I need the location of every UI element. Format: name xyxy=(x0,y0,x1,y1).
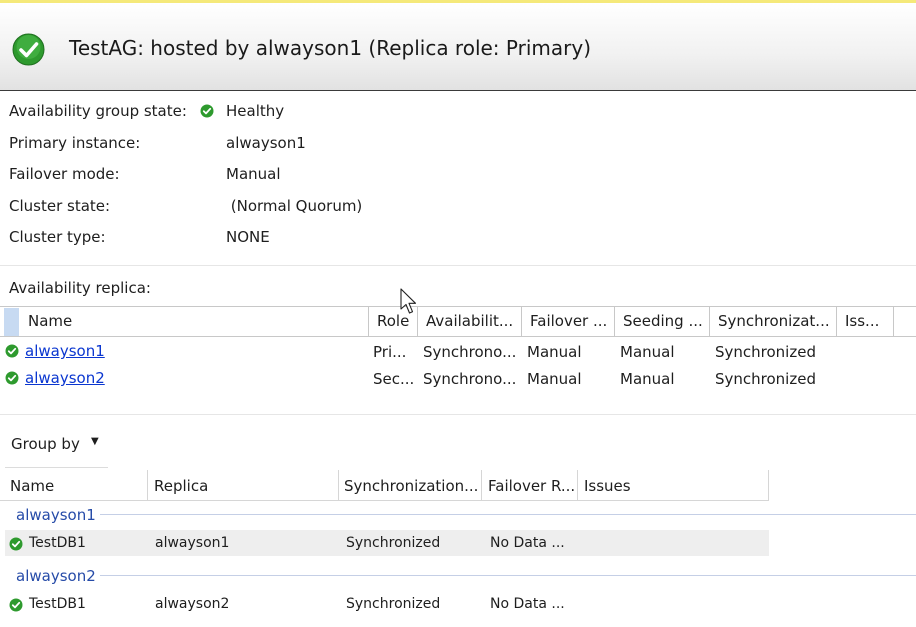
failover-mode-label: Failover mode: xyxy=(9,165,120,183)
column-separator[interactable] xyxy=(368,307,369,336)
replica-sync-state: Synchronized xyxy=(715,370,816,388)
check-circle-icon xyxy=(12,33,45,66)
check-circle-icon xyxy=(9,598,23,612)
replica-role: Sec... xyxy=(373,370,415,388)
cluster-type-value: NONE xyxy=(226,228,270,246)
replica-availability-mode: Synchrono... xyxy=(423,370,517,388)
replica-availability-mode: Synchrono... xyxy=(423,343,517,361)
column-separator[interactable] xyxy=(521,307,522,336)
section-divider xyxy=(0,265,916,266)
ag-state-value: Healthy xyxy=(226,102,285,120)
page-title: TestAG: hosted by alwayson1 (Replica rol… xyxy=(69,36,591,60)
column-header-name[interactable]: Name xyxy=(28,307,363,336)
column-header-seeding[interactable]: Seeding ... xyxy=(623,307,707,336)
column-separator[interactable] xyxy=(147,470,148,501)
group-by-underline xyxy=(5,467,108,468)
check-circle-icon xyxy=(5,344,19,358)
replica-sync-state: Synchronized xyxy=(715,343,816,361)
group-separator xyxy=(100,514,916,515)
db-column-header-synchronization[interactable]: Synchronization... xyxy=(344,477,478,495)
check-circle-icon xyxy=(9,537,23,551)
group-header-alwayson1[interactable]: alwayson1 xyxy=(16,506,96,524)
db-failover-readiness: No Data ... xyxy=(490,596,565,612)
db-column-header-failover-readiness[interactable]: Failover R... xyxy=(488,477,575,495)
replica-link-alwayson1[interactable]: alwayson1 xyxy=(25,342,105,360)
column-separator[interactable] xyxy=(481,470,482,501)
column-separator[interactable] xyxy=(614,307,615,336)
replica-grid-header: Name Role Availabilit... Failover ... Se… xyxy=(0,306,916,337)
replica-seeding-mode: Manual xyxy=(620,370,675,388)
db-header-underline xyxy=(0,500,769,501)
failover-mode-value: Manual xyxy=(226,165,281,183)
replica-role: Pri... xyxy=(373,343,407,361)
availability-replica-label: Availability replica: xyxy=(9,279,151,297)
section-divider xyxy=(0,414,916,415)
cluster-state-value: (Normal Quorum) xyxy=(226,197,363,215)
column-separator[interactable] xyxy=(338,470,339,501)
group-header-alwayson2[interactable]: alwayson2 xyxy=(16,567,96,585)
dashboard-header: TestAG: hosted by alwayson1 (Replica rol… xyxy=(0,3,916,91)
db-column-header-issues[interactable]: Issues xyxy=(584,477,631,495)
db-column-header-name[interactable]: Name xyxy=(10,477,54,495)
db-replica: alwayson2 xyxy=(155,596,230,612)
ag-state-label: Availability group state: xyxy=(9,102,187,120)
replica-link-alwayson2[interactable]: alwayson2 xyxy=(25,369,105,387)
replica-failover-mode: Manual xyxy=(527,343,582,361)
column-separator[interactable] xyxy=(836,307,837,336)
column-separator[interactable] xyxy=(709,307,710,336)
cluster-type-label: Cluster type: xyxy=(9,228,106,246)
db-failover-readiness: No Data ... xyxy=(490,535,565,551)
mouse-pointer-icon xyxy=(400,288,417,314)
db-name: TestDB1 xyxy=(29,596,86,612)
db-sync-state: Synchronized xyxy=(346,535,441,551)
column-header-synchronization[interactable]: Synchronizat... xyxy=(718,307,833,336)
row-selector-header xyxy=(4,308,19,336)
group-separator xyxy=(100,575,916,576)
db-sync-state: Synchronized xyxy=(346,596,441,612)
primary-instance-label: Primary instance: xyxy=(9,134,141,152)
column-separator[interactable] xyxy=(577,470,578,501)
replica-seeding-mode: Manual xyxy=(620,343,675,361)
primary-instance-value: alwayson1 xyxy=(226,134,306,152)
column-separator[interactable] xyxy=(768,470,769,501)
check-circle-icon xyxy=(5,371,19,385)
group-by-button[interactable]: Group by xyxy=(11,435,80,453)
cluster-state-label: Cluster state: xyxy=(9,197,111,215)
column-header-failover[interactable]: Failover ... xyxy=(530,307,612,336)
db-column-header-replica[interactable]: Replica xyxy=(154,477,208,495)
column-header-availability[interactable]: Availabilit... xyxy=(426,307,518,336)
db-name: TestDB1 xyxy=(29,535,86,551)
replica-failover-mode: Manual xyxy=(527,370,582,388)
db-replica: alwayson1 xyxy=(155,535,230,551)
column-header-issues[interactable]: Iss... xyxy=(845,307,891,336)
chevron-down-icon[interactable]: ▼ xyxy=(91,436,99,447)
column-separator[interactable] xyxy=(893,307,894,336)
check-circle-icon xyxy=(200,104,214,118)
